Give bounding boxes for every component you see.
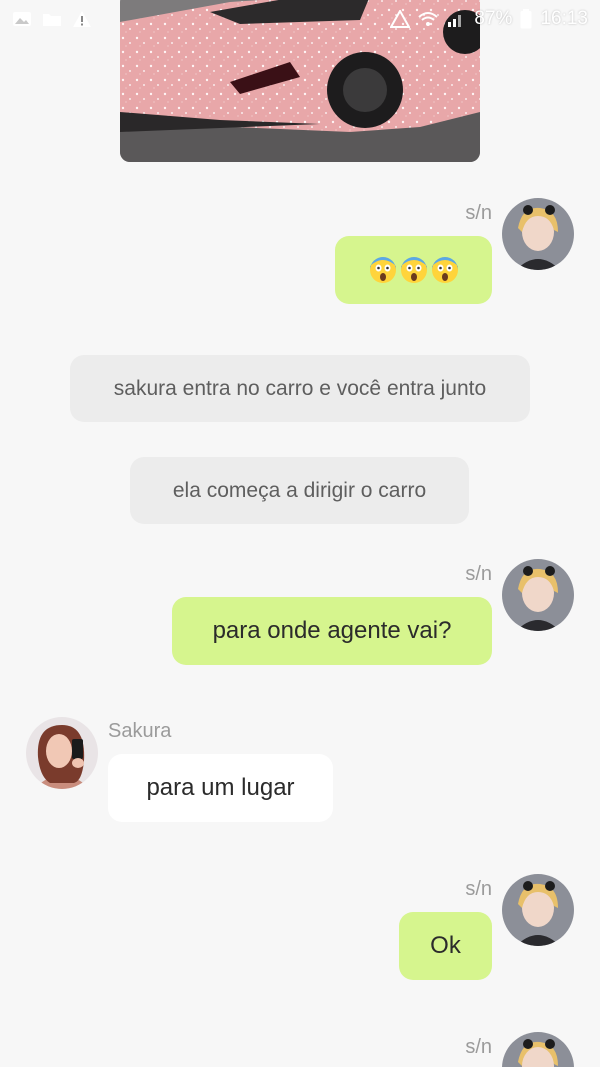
my-message-bubble[interactable]: para onde agente vai? (172, 597, 492, 665)
status-bar: 87% 16:13 (0, 0, 600, 40)
sender-name: s/n (465, 563, 492, 585)
wifi-icon (418, 12, 439, 26)
battery-percent: 87% (474, 8, 513, 29)
user-avatar-graphic (502, 198, 574, 270)
scream-emoji-row (369, 256, 459, 284)
narration-text: ela começa a dirigir o carro (172, 478, 427, 502)
message-text: para onde agente vai? (212, 617, 452, 644)
sender-name: Sakura (108, 720, 172, 742)
clock: 16:13 (540, 8, 588, 29)
user-avatar-graphic (502, 874, 574, 946)
vpn-warning-icon (390, 10, 411, 28)
sender-name: s/n (465, 202, 492, 224)
avatar[interactable] (502, 874, 574, 946)
avatar[interactable] (502, 198, 574, 270)
message-text: para um lugar (146, 774, 295, 801)
user-avatar-graphic (502, 1032, 574, 1067)
signal-icon (448, 15, 462, 27)
folder-icon (43, 14, 61, 26)
message-text: Ok (430, 932, 461, 959)
sender-name: s/n (465, 1036, 492, 1058)
narration-text: sakura entra no carro e você entra junto (113, 376, 487, 400)
my-message-bubble[interactable] (335, 236, 492, 304)
my-message-bubble[interactable]: Ok (399, 912, 492, 980)
avatar[interactable] (502, 559, 574, 631)
sakura-avatar-graphic (26, 717, 98, 789)
their-message-bubble[interactable]: para um lugar (108, 754, 333, 822)
image-icon (13, 12, 31, 26)
avatar[interactable] (26, 717, 98, 789)
narration-bubble[interactable]: sakura entra no carro e você entra junto (70, 355, 530, 422)
warning-icon (73, 11, 91, 27)
avatar[interactable] (502, 1032, 574, 1067)
narration-bubble[interactable]: ela começa a dirigir o carro (130, 457, 469, 524)
sender-name: s/n (465, 878, 492, 900)
user-avatar-graphic (502, 559, 574, 631)
chat-screen: 87% 16:13 s/n sakura entra no carro e vo… (0, 0, 600, 1067)
scream-emoji-icon (400, 257, 427, 283)
scream-emoji-icon (369, 257, 396, 283)
scream-emoji-icon (431, 257, 458, 283)
battery-icon (520, 9, 532, 29)
